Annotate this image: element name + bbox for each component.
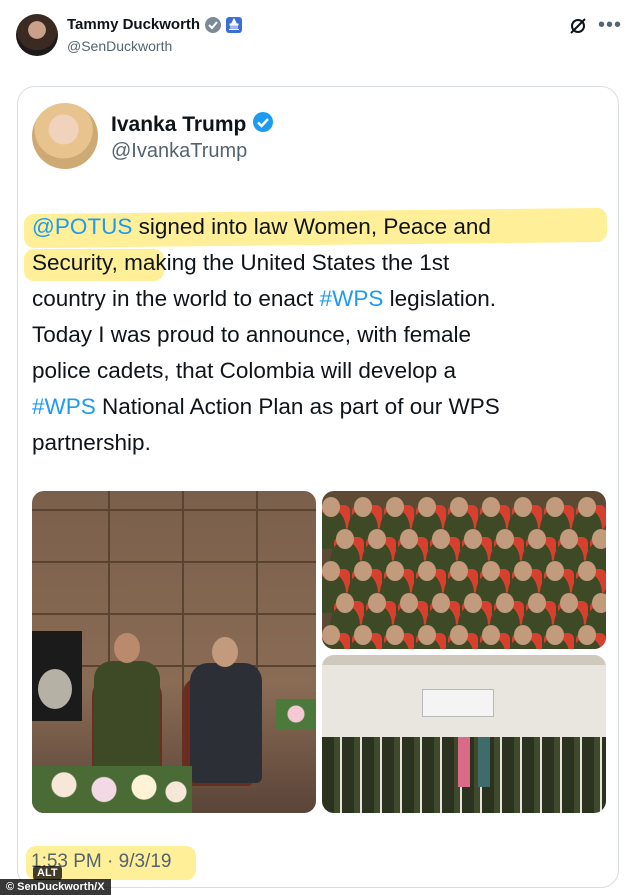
cadet-face (482, 497, 500, 517)
banner (422, 689, 494, 717)
quoted-tweet[interactable]: Ivanka Trump @IvankaTrump @POTUS signed … (17, 86, 619, 888)
cadet-face (368, 593, 386, 613)
cadet-face (546, 497, 564, 517)
tweet-text-segment: Security, making the United States the 1… (32, 250, 450, 275)
tweet-text: @POTUS signed into law Women, Peace and S… (32, 209, 607, 461)
cadet-face (386, 625, 404, 645)
cadet-face (432, 593, 450, 613)
cadet-face (592, 529, 606, 549)
cadet-face (496, 529, 514, 549)
cadet-face (464, 593, 482, 613)
cadet-face (482, 561, 500, 581)
verified-badge-icon (252, 111, 274, 138)
tweet-text-segment: partnership. (32, 430, 151, 455)
cadet-face (546, 625, 564, 645)
cadet-face (578, 561, 596, 581)
cadet-face (336, 593, 354, 613)
cadet-face (578, 497, 596, 517)
cadet-face (578, 625, 596, 645)
hashtag-link[interactable]: #WPS (320, 286, 384, 311)
cadet-face (322, 561, 340, 581)
tweet-text-segment: country in the world to enact (32, 286, 320, 311)
tweet-text-line: country in the world to enact #WPS legis… (32, 281, 607, 317)
cadet-face (418, 625, 436, 645)
cadet-face (354, 561, 372, 581)
tweet-text-line: #WPS National Action Plan as part of our… (32, 389, 607, 425)
hashtag-link[interactable]: #WPS (32, 394, 96, 419)
tweet-text-line: @POTUS signed into law Women, Peace and (32, 209, 607, 245)
cadet-face (336, 529, 354, 549)
cadet-face (560, 529, 578, 549)
cadet-face (450, 561, 468, 581)
tweet-text-segment: signed into law Women, Peace and (132, 214, 491, 239)
cadet-face (432, 529, 450, 549)
cadet-face (386, 497, 404, 517)
cadet-face (400, 593, 418, 613)
cadet-face (400, 529, 418, 549)
cadet-face (368, 529, 386, 549)
quoted-author-name[interactable]: Ivanka Trump (111, 113, 246, 137)
author-name-row: Tammy Duckworth (67, 16, 243, 33)
cadet-face (482, 625, 500, 645)
tweet-text-line: Security, making the United States the 1… (32, 245, 607, 281)
cadet-face (450, 497, 468, 517)
photo-ceremony-stage[interactable] (32, 491, 316, 813)
tweet-text-segment: National Action Plan as part of our WPS (95, 394, 500, 419)
tweet-text-line: Today I was proud to announce, with fema… (32, 317, 607, 353)
grok-icon[interactable] (568, 16, 588, 36)
cadet-face (514, 497, 532, 517)
cadet-face (322, 497, 340, 517)
tweet-text-line: police cadets, that Colombia will develo… (32, 353, 607, 389)
cadet-face (354, 497, 372, 517)
cadet-face (354, 625, 372, 645)
tweet-text-segment: legislation. (383, 286, 496, 311)
tweet-text-segment: police cadets, that Colombia will develo… (32, 358, 456, 383)
cadet-face (450, 625, 468, 645)
cadet-face (496, 593, 514, 613)
more-icon[interactable]: ••• (598, 14, 622, 37)
capitol-icon (226, 16, 243, 33)
photo-cadets-seated[interactable] (322, 491, 606, 649)
image-credit: © SenDuckworth/X (0, 879, 111, 895)
tweet-text-line: partnership. (32, 425, 607, 461)
cadet-face (386, 561, 404, 581)
cadet-face (464, 529, 482, 549)
mention-link[interactable]: @POTUS (32, 214, 132, 239)
government-badge-icon (205, 16, 222, 33)
avatar[interactable] (16, 14, 58, 56)
cadet-face (528, 593, 546, 613)
cadet-face (546, 561, 564, 581)
cadet-face (514, 561, 532, 581)
cadet-face (418, 561, 436, 581)
photo-group[interactable] (322, 655, 606, 813)
cadet-face (418, 497, 436, 517)
author-handle[interactable]: @SenDuckworth (67, 38, 172, 54)
tweet-text-segment: Today I was proud to announce, with fema… (32, 322, 472, 347)
cadet-face (592, 593, 606, 613)
quoted-name-row: Ivanka Trump (111, 111, 274, 138)
cadet-face (560, 593, 578, 613)
cadet-face (322, 625, 340, 645)
flowers (32, 766, 192, 813)
quoted-author-handle[interactable]: @IvankaTrump (111, 140, 247, 163)
cadet-face (528, 529, 546, 549)
author-name[interactable]: Tammy Duckworth (67, 16, 200, 33)
media-grid (32, 491, 606, 813)
alt-badge[interactable]: ALT (33, 866, 62, 880)
quoted-avatar[interactable] (32, 103, 98, 169)
tweet-header: Tammy Duckworth @SenDuckworth ••• (0, 0, 634, 70)
cadet-face (514, 625, 532, 645)
